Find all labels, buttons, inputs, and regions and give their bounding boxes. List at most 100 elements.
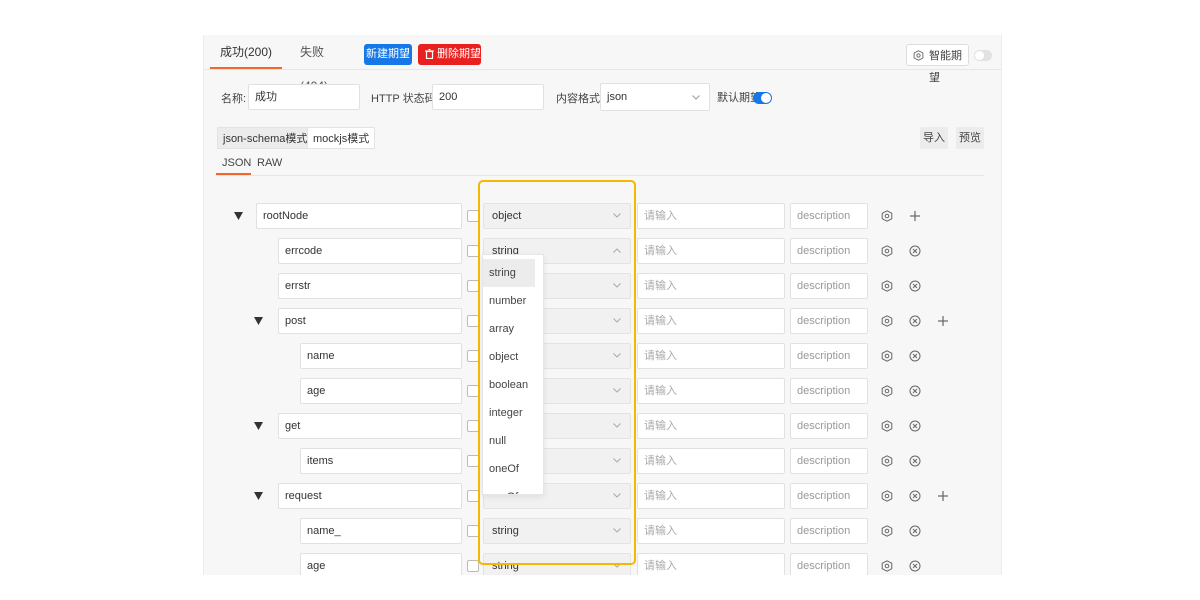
remove-field-icon[interactable] <box>909 350 921 362</box>
field-type-select[interactable]: object <box>483 203 631 229</box>
mock-value-input[interactable]: 请输入 <box>637 238 785 264</box>
description-input[interactable]: description <box>790 518 868 544</box>
type-option[interactable]: number <box>483 287 543 315</box>
delete-expectation-button[interactable]: 删除期望 <box>418 44 481 65</box>
description-input[interactable]: description <box>790 343 868 369</box>
add-child-icon[interactable] <box>909 210 921 222</box>
new-expectation-button[interactable]: 新建期望 <box>364 44 412 65</box>
smart-expectation-button[interactable]: 智能期望 <box>906 44 969 84</box>
import-button[interactable]: 导入 <box>920 127 948 149</box>
content-format-select[interactable]: json <box>600 83 710 111</box>
type-option[interactable]: boolean <box>483 371 543 399</box>
field-name-input[interactable]: errcode <box>278 238 462 264</box>
mock-value-input[interactable]: 请输入 <box>637 378 785 404</box>
mock-value-input[interactable]: 请输入 <box>637 203 785 229</box>
field-name-input[interactable]: errstr <box>278 273 462 299</box>
required-checkbox[interactable] <box>467 525 479 537</box>
field-name-input[interactable]: name_ <box>300 518 462 544</box>
field-type-select[interactable]: string <box>483 553 631 575</box>
type-option[interactable]: null <box>483 427 543 455</box>
settings-icon[interactable] <box>881 525 893 537</box>
preview-button[interactable]: 预览 <box>956 127 984 149</box>
remove-field-icon[interactable] <box>909 560 921 572</box>
mock-value-input[interactable]: 请输入 <box>637 308 785 334</box>
description-input[interactable]: description <box>790 203 868 229</box>
default-expectation-toggle[interactable] <box>753 92 772 104</box>
tab-success[interactable]: 成功(200) <box>210 35 282 69</box>
field-name-input[interactable]: age <box>300 553 462 575</box>
required-checkbox[interactable] <box>467 385 479 397</box>
type-option[interactable]: integer <box>483 399 543 427</box>
field-name-input[interactable]: items <box>300 448 462 474</box>
mock-value-input[interactable]: 请输入 <box>637 273 785 299</box>
description-input[interactable]: description <box>790 378 868 404</box>
required-checkbox[interactable] <box>467 245 479 257</box>
type-option[interactable]: string <box>483 259 535 287</box>
add-child-icon[interactable] <box>937 490 949 502</box>
required-checkbox[interactable] <box>467 280 479 292</box>
mock-value-input[interactable]: 请输入 <box>637 448 785 474</box>
field-name-input[interactable]: name <box>300 343 462 369</box>
field-type-select[interactable]: string <box>483 518 631 544</box>
collapse-caret-icon[interactable] <box>254 492 263 500</box>
field-name-input[interactable]: request <box>278 483 462 509</box>
tab-failure[interactable]: 失败(404) <box>300 35 344 93</box>
smart-expectation-toggle[interactable] <box>974 50 992 61</box>
subtab-raw[interactable]: RAW <box>257 156 282 170</box>
required-checkbox[interactable] <box>467 455 479 467</box>
required-checkbox[interactable] <box>467 490 479 502</box>
type-option[interactable]: array <box>483 315 543 343</box>
remove-field-icon[interactable] <box>909 420 921 432</box>
description-input[interactable]: description <box>790 413 868 439</box>
remove-field-icon[interactable] <box>909 315 921 327</box>
collapse-caret-icon[interactable] <box>254 422 263 430</box>
json-schema-mode-button[interactable]: json-schema模式 <box>217 127 314 149</box>
remove-field-icon[interactable] <box>909 490 921 502</box>
description-input[interactable]: description <box>790 448 868 474</box>
mock-value-input[interactable]: 请输入 <box>637 343 785 369</box>
remove-field-icon[interactable] <box>909 525 921 537</box>
subtab-json[interactable]: JSON <box>222 156 251 170</box>
settings-icon[interactable] <box>881 560 893 572</box>
collapse-caret-icon[interactable] <box>234 212 243 220</box>
mock-value-input[interactable]: 请输入 <box>637 553 785 575</box>
settings-icon[interactable] <box>881 420 893 432</box>
mockjs-mode-button[interactable]: mockjs模式 <box>307 127 376 149</box>
name-input[interactable]: 成功 <box>248 84 360 110</box>
settings-icon[interactable] <box>881 245 893 257</box>
collapse-caret-icon[interactable] <box>254 317 263 325</box>
field-name-input[interactable]: age <box>300 378 462 404</box>
description-input[interactable]: description <box>790 238 868 264</box>
description-input[interactable]: description <box>790 553 868 575</box>
field-name-input[interactable]: post <box>278 308 462 334</box>
required-checkbox[interactable] <box>467 210 479 222</box>
description-input[interactable]: description <box>790 483 868 509</box>
type-option[interactable]: object <box>483 343 543 371</box>
settings-icon[interactable] <box>881 490 893 502</box>
mock-value-input[interactable]: 请输入 <box>637 413 785 439</box>
settings-icon[interactable] <box>881 280 893 292</box>
settings-icon[interactable] <box>881 350 893 362</box>
mock-value-input[interactable]: 请输入 <box>637 483 785 509</box>
http-status-input[interactable]: 200 <box>432 84 544 110</box>
required-checkbox[interactable] <box>467 350 479 362</box>
type-option[interactable]: anyOf <box>483 483 543 494</box>
field-name-input[interactable]: get <box>278 413 462 439</box>
add-child-icon[interactable] <box>937 315 949 327</box>
description-input[interactable]: description <box>790 273 868 299</box>
required-checkbox[interactable] <box>467 420 479 432</box>
required-checkbox[interactable] <box>467 560 479 572</box>
description-input[interactable]: description <box>790 308 868 334</box>
settings-icon[interactable] <box>881 210 893 222</box>
settings-icon[interactable] <box>881 315 893 327</box>
type-option[interactable]: oneOf <box>483 455 543 483</box>
mock-value-input[interactable]: 请输入 <box>637 518 785 544</box>
settings-icon[interactable] <box>881 385 893 397</box>
remove-field-icon[interactable] <box>909 245 921 257</box>
remove-field-icon[interactable] <box>909 455 921 467</box>
settings-icon[interactable] <box>881 455 893 467</box>
remove-field-icon[interactable] <box>909 385 921 397</box>
field-name-input[interactable]: rootNode <box>256 203 462 229</box>
remove-field-icon[interactable] <box>909 280 921 292</box>
required-checkbox[interactable] <box>467 315 479 327</box>
